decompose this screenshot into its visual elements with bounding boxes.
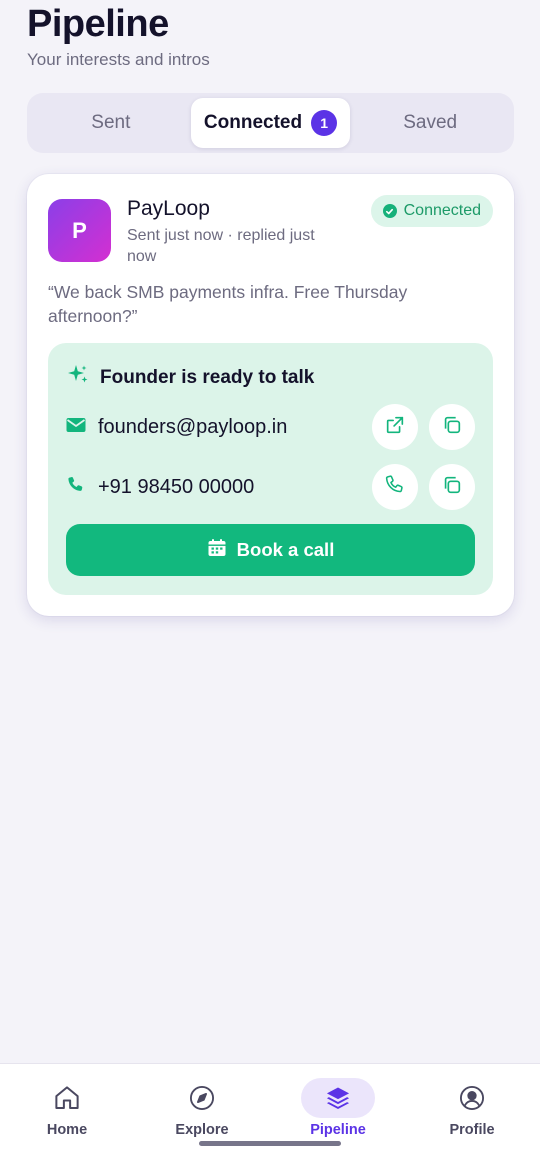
- email-row: founders@payloop.in: [66, 404, 475, 450]
- phone-outline-icon: [384, 474, 406, 501]
- open-email-button[interactable]: [372, 404, 418, 450]
- nav-explore-label: Explore: [175, 1122, 229, 1138]
- status-badge: Connected: [370, 195, 493, 227]
- nav-home-label: Home: [46, 1122, 88, 1138]
- phone-icon: [66, 475, 86, 500]
- page-header: Pipeline Your interests and intros: [27, 2, 210, 70]
- company-avatar: P: [48, 199, 111, 262]
- nav-profile[interactable]: Profile: [422, 1078, 522, 1138]
- calendar-icon: [207, 538, 227, 563]
- email-actions: [372, 404, 475, 450]
- founder-email: founders@payloop.in: [98, 415, 288, 438]
- page-subtitle: Your interests and intros: [27, 50, 210, 69]
- nav-profile-label: Profile: [449, 1122, 495, 1138]
- check-circle-icon: [382, 204, 397, 218]
- connected-count-badge: 1: [311, 110, 338, 136]
- copy-icon: [441, 414, 463, 441]
- user-circle-icon: [435, 1078, 509, 1118]
- founder-phone: +91 98450 00000: [98, 475, 255, 498]
- nav-explore[interactable]: Explore: [152, 1078, 252, 1138]
- tab-saved[interactable]: Saved: [350, 98, 510, 148]
- company-name: PayLoop: [127, 197, 210, 220]
- compass-icon: [165, 1078, 239, 1118]
- nav-pipeline[interactable]: Pipeline: [288, 1078, 388, 1138]
- ready-heading-text: Founder is ready to talk: [100, 367, 315, 388]
- intro-quote: “We back SMB payments infra. Free Thursd…: [48, 282, 408, 326]
- tab-connected[interactable]: Connected 1: [190, 98, 351, 148]
- external-link-icon: [384, 414, 406, 441]
- nav-home[interactable]: Home: [17, 1078, 117, 1138]
- call-button[interactable]: [372, 464, 418, 510]
- nav-pipeline-label: Pipeline: [310, 1122, 366, 1138]
- tab-sent-label: Sent: [91, 112, 131, 133]
- pipeline-screen: Pipeline Your interests and intros Sent …: [0, 0, 540, 1160]
- tab-connected-label: Connected: [203, 112, 303, 133]
- tab-sent[interactable]: Sent: [31, 98, 191, 148]
- copy-phone-button[interactable]: [429, 464, 475, 510]
- book-call-label: Book a call: [236, 539, 335, 560]
- home-icon: [30, 1078, 104, 1118]
- pipeline-tabs: Sent Connected 1 Saved: [27, 93, 514, 153]
- sparkles-icon: [66, 363, 90, 393]
- ready-heading: Founder is ready to talk: [66, 363, 314, 393]
- copy-icon: [441, 474, 463, 501]
- layers-icon: [301, 1078, 375, 1118]
- phone-row: +91 98450 00000: [66, 464, 475, 510]
- copy-email-button[interactable]: [429, 404, 475, 450]
- founder-contact-panel: Founder is ready to talk founders@payloo…: [48, 343, 493, 595]
- page-title: Pipeline: [27, 3, 169, 45]
- tab-saved-label: Saved: [403, 112, 458, 133]
- mail-icon: [66, 417, 86, 438]
- book-call-button[interactable]: Book a call: [66, 524, 475, 576]
- intro-meta: Sent just now · replied just now: [127, 227, 315, 265]
- intro-card[interactable]: P PayLoop Sent just now · replied just n…: [27, 174, 514, 616]
- phone-actions: [372, 464, 475, 510]
- home-indicator: [199, 1141, 341, 1146]
- status-label: Connected: [403, 202, 481, 219]
